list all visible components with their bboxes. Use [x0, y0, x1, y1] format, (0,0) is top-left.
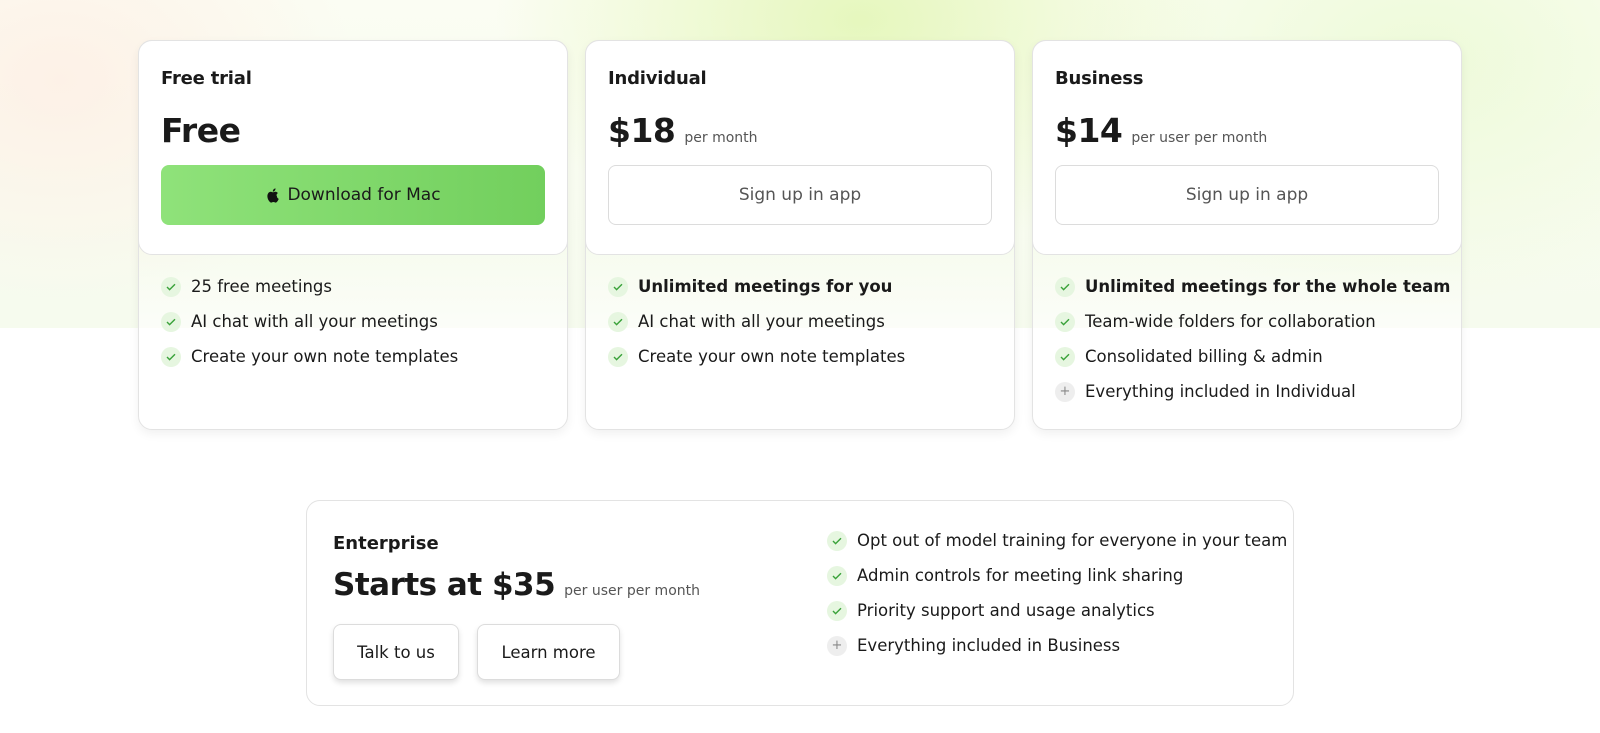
plan-name: Free trial [161, 68, 252, 89]
price-row: Free [161, 111, 241, 150]
feature-text: AI chat with all your meetings [638, 312, 885, 331]
plan-price: Free [161, 111, 241, 150]
feature-item: Consolidated billing & admin [1055, 339, 1450, 374]
price-row: $18 per month [608, 111, 758, 150]
feature-item: Admin controls for meeting link sharing [827, 558, 1287, 593]
feature-item: Team-wide folders for collaboration [1055, 304, 1450, 339]
check-icon [827, 530, 847, 551]
feature-text: Admin controls for meeting link sharing [857, 566, 1184, 585]
feature-text: Consolidated billing & admin [1085, 347, 1323, 366]
feature-text: Create your own note templates [638, 347, 906, 366]
price-unit: per user per month [1131, 130, 1268, 146]
learn-more-button[interactable]: Learn more [477, 624, 620, 680]
check-icon [608, 346, 628, 367]
feature-item: AI chat with all your meetings [608, 304, 905, 339]
feature-text: 25 free meetings [191, 277, 332, 296]
feature-text: Opt out of model training for everyone i… [857, 531, 1288, 550]
feature-item: + Everything included in Individual [1055, 374, 1450, 409]
feature-list: Unlimited meetings for you AI chat with … [608, 269, 905, 374]
plan-price: Starts at $35 [333, 567, 556, 603]
plan-card-individual: Individual $18 per month Sign up in app … [585, 40, 1015, 430]
price-row: $14 per user per month [1055, 111, 1267, 150]
check-icon [161, 276, 181, 297]
feature-item: Priority support and usage analytics [827, 593, 1287, 628]
feature-item: Unlimited meetings for you [608, 269, 905, 304]
price-unit: per user per month [564, 583, 700, 599]
price-unit: per month [684, 130, 758, 146]
plan-name: Enterprise [333, 533, 439, 554]
pricing-cards: Free trial Free Download for Mac 25 free… [138, 40, 1462, 430]
feature-item: Create your own note templates [608, 339, 905, 374]
check-icon [1055, 346, 1075, 367]
plan-card-business: Business $14 per user per month Sign up … [1032, 40, 1462, 430]
plan-price: $14 [1055, 111, 1123, 150]
sign-up-in-app-button[interactable]: Sign up in app [1055, 165, 1439, 225]
feature-item: + Everything included in Business [827, 628, 1287, 663]
feature-item: Unlimited meetings for the whole team [1055, 269, 1450, 304]
feature-list: Unlimited meetings for the whole team Te… [1055, 269, 1450, 409]
enterprise-buttons: Talk to us Learn more [333, 624, 620, 680]
plan-card-header: Free trial Free Download for Mac [138, 40, 568, 255]
feature-text: Everything included in Business [857, 636, 1121, 655]
check-icon [608, 276, 628, 297]
feature-item: AI chat with all your meetings [161, 304, 458, 339]
plan-card-free-trial: Free trial Free Download for Mac 25 free… [138, 40, 568, 430]
check-icon [161, 311, 181, 332]
feature-text: Priority support and usage analytics [857, 601, 1155, 620]
download-for-mac-button[interactable]: Download for Mac [161, 165, 545, 225]
sign-up-in-app-button[interactable]: Sign up in app [608, 165, 992, 225]
plan-card-header: Individual $18 per month Sign up in app [585, 40, 1015, 255]
check-icon [161, 346, 181, 367]
feature-list: Opt out of model training for everyone i… [827, 523, 1287, 663]
feature-item: Create your own note templates [161, 339, 458, 374]
check-icon [827, 565, 847, 586]
feature-text: Create your own note templates [191, 347, 459, 366]
download-for-mac-label: Download for Mac [287, 185, 441, 205]
feature-item: 25 free meetings [161, 269, 458, 304]
feature-list: 25 free meetings AI chat with all your m… [161, 269, 458, 374]
talk-to-us-button[interactable]: Talk to us [333, 624, 459, 680]
check-icon [608, 311, 628, 332]
check-icon [827, 600, 847, 621]
plan-name: Business [1055, 68, 1144, 89]
feature-text: Unlimited meetings for the whole team [1085, 277, 1451, 296]
check-icon [1055, 276, 1075, 297]
feature-item: Opt out of model training for everyone i… [827, 523, 1287, 558]
plan-card-header: Business $14 per user per month Sign up … [1032, 40, 1462, 255]
price-row: Starts at $35 per user per month [333, 567, 700, 603]
feature-text: Team-wide folders for collaboration [1085, 312, 1376, 331]
check-icon [1055, 311, 1075, 332]
plus-icon: + [1055, 381, 1075, 402]
plus-icon: + [827, 635, 847, 656]
plan-price: $18 [608, 111, 676, 150]
plan-card-enterprise: Enterprise Starts at $35 per user per mo… [306, 500, 1294, 706]
apple-icon [267, 188, 280, 203]
feature-text: Everything included in Individual [1085, 382, 1356, 401]
feature-text: AI chat with all your meetings [191, 312, 438, 331]
plan-name: Individual [608, 68, 707, 89]
feature-text: Unlimited meetings for you [638, 277, 893, 296]
